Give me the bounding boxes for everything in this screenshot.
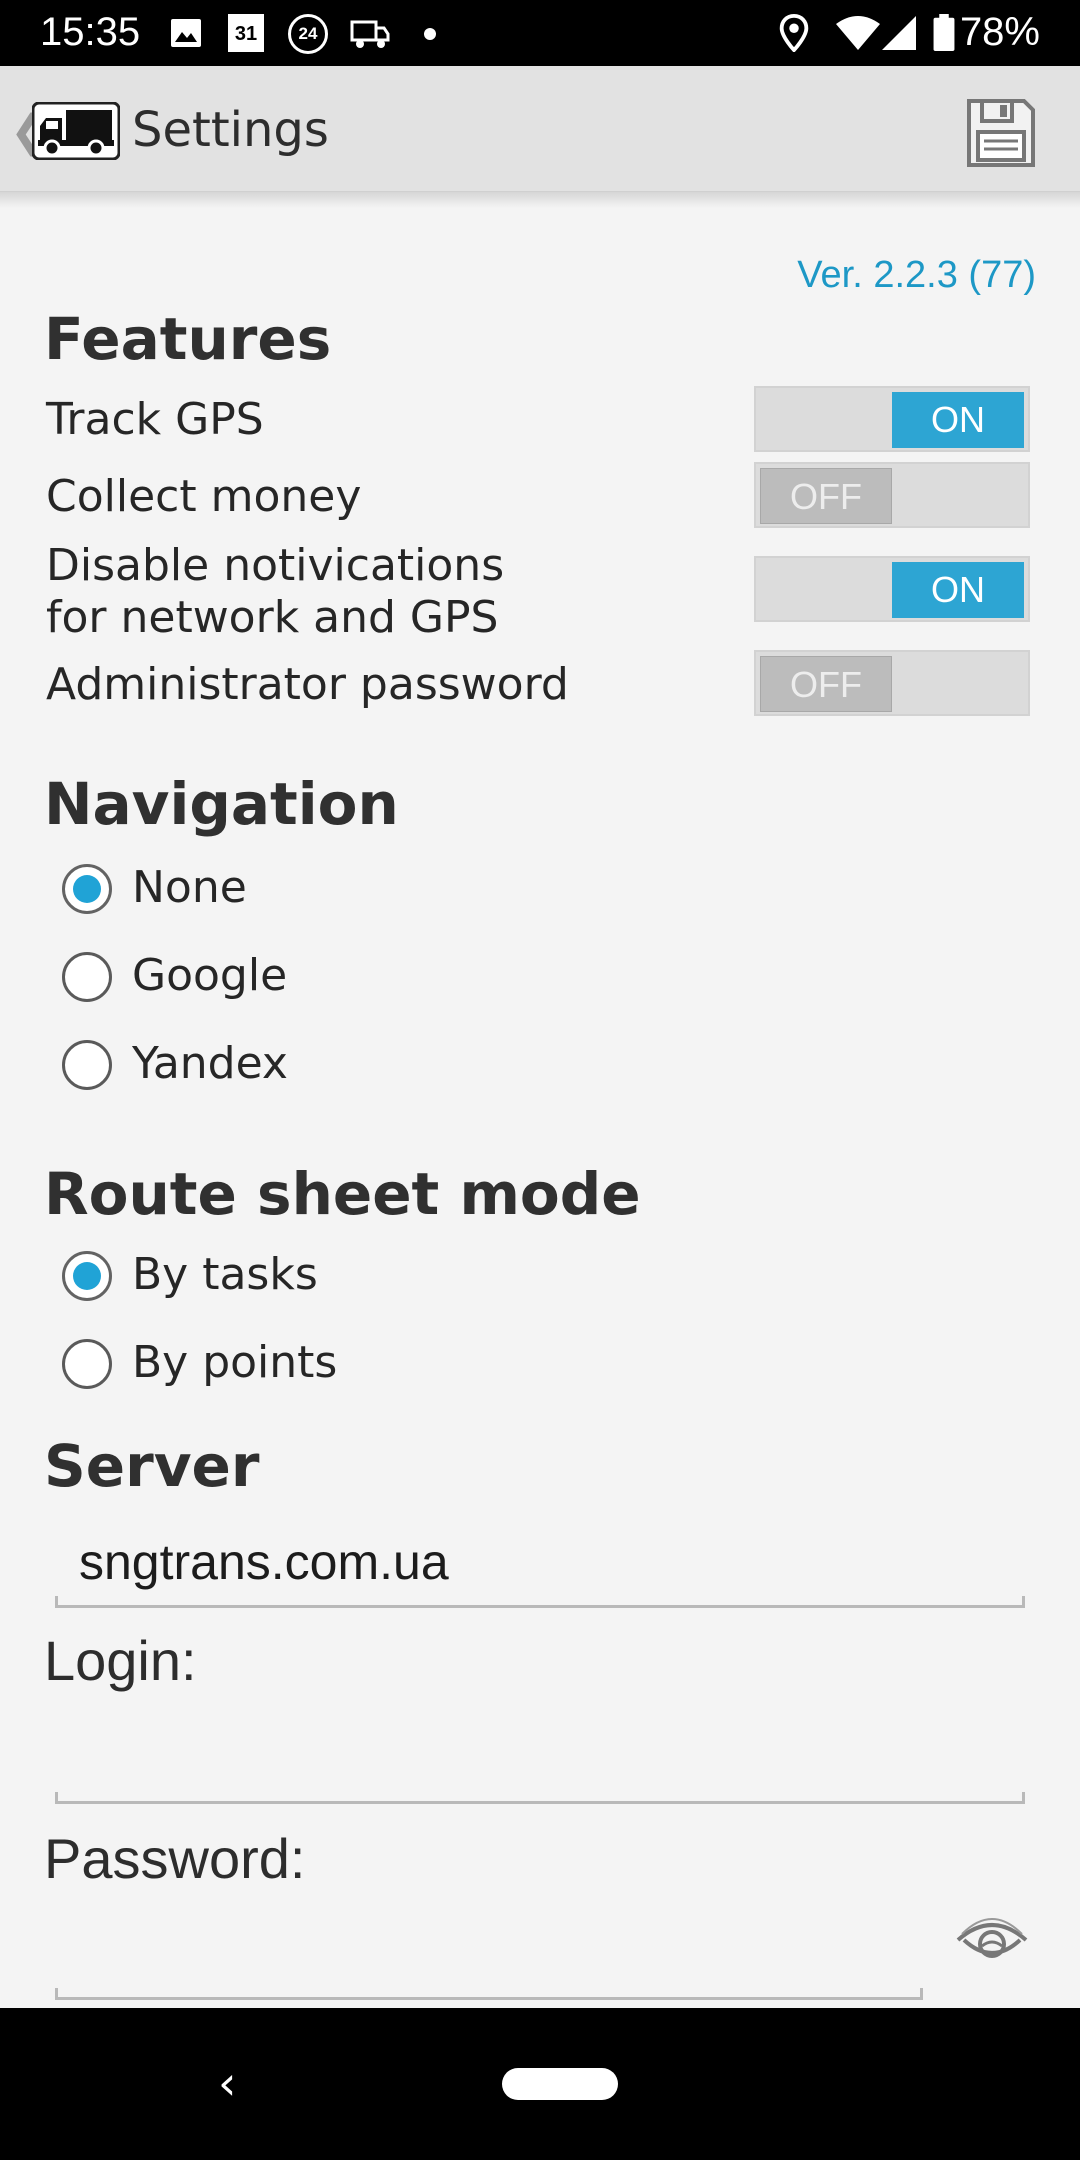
disable-notifications-line2: for network and GPS [46, 592, 499, 643]
calendar-day: 31 [234, 23, 258, 45]
calendar-icon: 31 [228, 14, 264, 52]
24-badge-icon: 24 [288, 14, 328, 54]
truck-logo-icon[interactable] [32, 102, 120, 160]
radio-selected-icon[interactable] [62, 1251, 112, 1301]
track-gps-label: Track GPS [46, 394, 264, 445]
system-back-icon[interactable]: ‹ [218, 2056, 236, 2110]
image-icon [171, 19, 201, 47]
navigation-option-label: Google [132, 950, 288, 1001]
navigation-option-label: Yandex [132, 1038, 288, 1089]
radio-unselected-icon[interactable] [62, 1339, 112, 1389]
signal-icon [882, 16, 916, 50]
track-gps-toggle-state: ON [892, 392, 1024, 448]
collect-money-label: Collect money [46, 471, 362, 522]
server-input[interactable]: sngtrans.com.ua [55, 1520, 1025, 1608]
admin-password-label: Administrator password [46, 659, 569, 710]
disable-notifications-line1: Disable notivications [46, 540, 505, 591]
disable-notifications-toggle[interactable]: ON [754, 556, 1030, 622]
show-password-eye-icon[interactable] [954, 1914, 1030, 1972]
collect-money-toggle-state: OFF [760, 468, 892, 524]
radio-unselected-icon[interactable] [62, 952, 112, 1002]
admin-password-toggle[interactable]: OFF [754, 650, 1030, 716]
app-bar-shadow [0, 192, 1080, 208]
page-title: Settings [132, 102, 329, 158]
wifi-icon [836, 16, 880, 50]
app-bar: ❮ Settings [0, 66, 1080, 192]
navigation-title: Navigation [44, 770, 399, 838]
password-label: Password: [44, 1827, 306, 1890]
status-time: 15:35 [40, 10, 141, 54]
route-sheet-option-label: By tasks [132, 1249, 318, 1300]
login-label: Login: [44, 1629, 197, 1692]
truck-icon [350, 20, 390, 48]
system-nav-bar: ‹ [0, 2008, 1080, 2160]
track-gps-toggle[interactable]: ON [754, 386, 1030, 452]
radio-unselected-icon[interactable] [62, 1040, 112, 1090]
password-input[interactable] [55, 1912, 923, 2000]
navigation-option-label: None [132, 862, 247, 913]
features-title: Features [44, 305, 332, 373]
version-label: Ver. 2.2.3 (77) [797, 254, 1036, 296]
battery-percent: 78% [959, 10, 1040, 54]
dot-icon [424, 28, 436, 40]
radio-selected-icon[interactable] [62, 864, 112, 914]
battery-icon [933, 14, 955, 52]
location-icon [779, 14, 809, 52]
collect-money-toggle[interactable]: OFF [754, 462, 1030, 528]
route-sheet-title: Route sheet mode [44, 1160, 641, 1228]
disable-notifications-label: Disable notivications for network and GP… [46, 540, 504, 644]
badge-24-text: 24 [298, 24, 318, 43]
server-title: Server [44, 1432, 260, 1500]
system-home-pill[interactable] [502, 2068, 618, 2100]
save-floppy-icon[interactable] [964, 96, 1038, 170]
status-bar: 15:35 31 24 78% [0, 0, 1080, 66]
admin-password-toggle-state: OFF [760, 656, 892, 712]
login-input[interactable] [55, 1716, 1025, 1804]
disable-notifications-toggle-state: ON [892, 562, 1024, 618]
server-input-value: sngtrans.com.ua [79, 1534, 449, 1590]
route-sheet-option-label: By points [132, 1337, 338, 1388]
